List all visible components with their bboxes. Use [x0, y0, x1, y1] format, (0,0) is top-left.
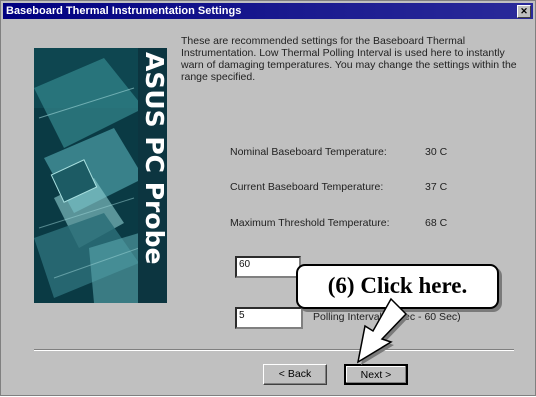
pointer-arrow-icon	[356, 297, 409, 365]
thermal-settings-dialog: Baseboard Thermal Instrumentation Settin…	[0, 0, 536, 396]
